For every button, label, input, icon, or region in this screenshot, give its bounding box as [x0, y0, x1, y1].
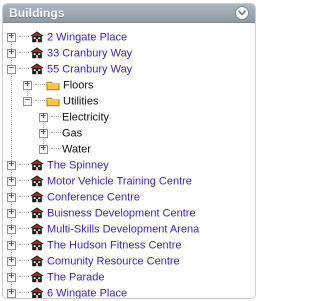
tree-item-water[interactable]: + Water — [7, 141, 255, 157]
folder-icon — [46, 95, 60, 107]
tree-item-label[interactable]: Conference Centre — [47, 190, 140, 206]
tree-connector — [19, 196, 29, 198]
building-icon — [30, 159, 44, 171]
building-icon — [30, 47, 44, 59]
tree-item-conference-centre[interactable]: + Conference Centre — [7, 189, 255, 205]
expand-toggle[interactable]: + — [7, 208, 16, 218]
tree-item-label[interactable]: 33 Cranbury Way — [47, 46, 132, 62]
panel-header: Buildings — [3, 4, 255, 23]
building-icon — [30, 207, 44, 219]
expand-toggle[interactable]: + — [7, 240, 16, 250]
tree-item-the-spinney[interactable]: + The Spinney — [7, 157, 255, 173]
expand-toggle[interactable]: + — [7, 160, 16, 170]
tree-connector — [19, 212, 29, 214]
expand-toggle[interactable]: + — [7, 272, 16, 282]
tree-connector — [19, 228, 29, 230]
tree-item-label[interactable]: Buisness Development Centre — [47, 206, 196, 222]
chevron-down-icon — [238, 10, 246, 16]
building-icon — [30, 271, 44, 283]
building-icon — [30, 223, 44, 235]
tree-connector — [19, 260, 29, 262]
tree-item-label: Floors — [63, 79, 94, 92]
building-icon — [30, 191, 44, 203]
tree-item-55-cranbury-way[interactable]: − 55 Cranbury Way — [7, 61, 255, 77]
building-icon — [30, 239, 44, 251]
tree-item-33-cranbury-way[interactable]: + 33 Cranbury Way — [7, 45, 255, 61]
tree-item-label[interactable]: Multi-Skills Development Arena — [47, 222, 199, 238]
tree-item-6-wingate-place[interactable]: + 6 Wingate Place — [7, 285, 255, 299]
expand-toggle[interactable]: + — [39, 128, 48, 138]
building-icon — [30, 287, 44, 298]
buildings-tree: + 2 Wingate Place + 33 Cranbury Way − 55… — [3, 23, 255, 299]
tree-item-label[interactable]: The Parade — [47, 270, 104, 286]
tree-connector — [35, 100, 45, 102]
tree-connector — [51, 116, 61, 118]
tree-connector — [51, 148, 61, 150]
tree-item-electricity[interactable]: + Electricity — [7, 109, 255, 125]
tree-item-motor-vehicle-training-centre[interactable]: + Motor Vehicle Training Centre — [7, 173, 255, 189]
tree-item-floors[interactable]: + Floors — [7, 77, 255, 93]
expand-toggle[interactable]: + — [7, 48, 16, 58]
collapse-toggle[interactable]: − — [7, 64, 16, 74]
tree-item-label: Water — [62, 143, 91, 156]
tree-connector — [19, 68, 29, 70]
building-icon — [30, 63, 44, 75]
tree-item-label[interactable]: Comunity Resource Centre — [47, 254, 180, 270]
tree-item-label[interactable]: 6 Wingate Place — [47, 286, 127, 299]
tree-connector — [35, 84, 45, 86]
panel-title: Buildings — [9, 6, 65, 20]
tree-item-label[interactable]: The Spinney — [47, 158, 109, 174]
tree-item-label[interactable]: Motor Vehicle Training Centre — [47, 174, 192, 190]
tree-item-label[interactable]: 55 Cranbury Way — [47, 62, 132, 78]
buildings-panel: Buildings + 2 Wingate Place + 33 Cranbur… — [2, 3, 256, 299]
folder-icon — [46, 79, 60, 91]
tree-item-utilities[interactable]: − Utilities — [7, 93, 255, 109]
expand-toggle[interactable]: + — [7, 192, 16, 202]
expand-toggle[interactable]: + — [7, 32, 16, 42]
expand-toggle[interactable]: + — [7, 288, 16, 298]
tree-connector — [19, 180, 29, 182]
tree-item-the-hudson-fitness-centre[interactable]: + The Hudson Fitness Centre — [7, 237, 255, 253]
expand-toggle[interactable]: + — [7, 176, 16, 186]
expand-toggle[interactable]: + — [23, 80, 32, 90]
tree-connector — [19, 164, 29, 166]
building-icon — [30, 255, 44, 267]
tree-connector — [51, 132, 61, 134]
tree-connector — [19, 292, 29, 294]
tree-connector — [19, 36, 29, 38]
expand-toggle[interactable]: + — [7, 224, 16, 234]
collapse-toggle[interactable]: − — [23, 96, 32, 106]
tree-connector — [19, 52, 29, 54]
tree-item-label[interactable]: The Hudson Fitness Centre — [47, 238, 182, 254]
expand-toggle[interactable]: + — [7, 256, 16, 266]
tree-item-label[interactable]: 2 Wingate Place — [47, 30, 127, 46]
tree-connector — [19, 276, 29, 278]
expand-toggle[interactable]: + — [39, 112, 48, 122]
tree-item-multi-skills-development-arena[interactable]: + Multi-Skills Development Arena — [7, 221, 255, 237]
building-icon — [30, 31, 44, 43]
tree-item-buisness-development-centre[interactable]: + Buisness Development Centre — [7, 205, 255, 221]
tree-item-label: Electricity — [62, 111, 110, 124]
tree-item-the-parade[interactable]: + The Parade — [7, 269, 255, 285]
tree-item-gas[interactable]: + Gas — [7, 125, 255, 141]
tree-item-2-wingate-place[interactable]: + 2 Wingate Place — [7, 29, 255, 45]
tree-item-label: Utilities — [63, 95, 99, 108]
expand-toggle[interactable]: + — [39, 144, 48, 154]
tree-connector — [19, 244, 29, 246]
building-icon — [30, 175, 44, 187]
tree-item-comunity-resource-centre[interactable]: + Comunity Resource Centre — [7, 253, 255, 269]
tree-item-label: Gas — [62, 127, 83, 140]
collapse-panel-button[interactable] — [235, 6, 249, 20]
